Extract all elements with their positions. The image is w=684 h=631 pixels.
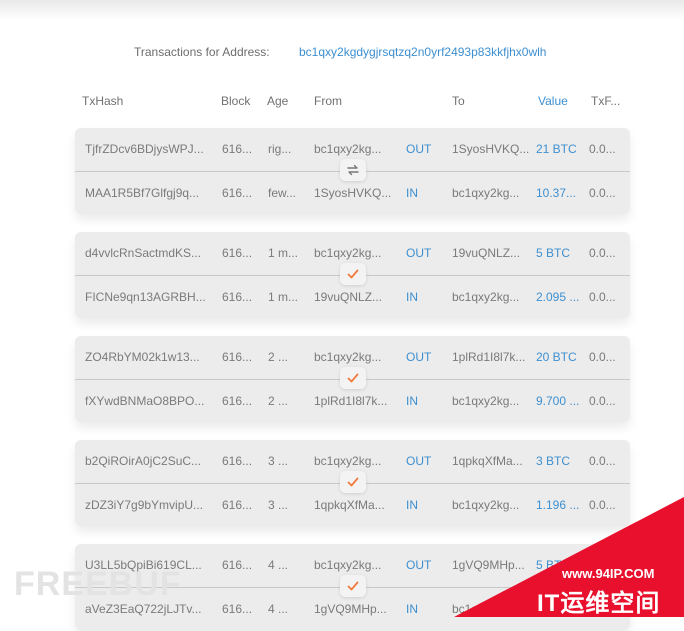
tx-block: 616...	[222, 246, 253, 260]
check-icon	[340, 263, 366, 285]
col-header-txhash[interactable]: TxHash	[82, 94, 123, 108]
tx-fee: 0.0...	[589, 186, 616, 200]
tx-age: 2 ...	[268, 394, 289, 408]
tx-block: 616...	[222, 602, 253, 616]
col-header-block[interactable]: Block	[221, 94, 250, 108]
tx-hash[interactable]: ZO4RbYM02k1w13...	[85, 350, 210, 364]
tx-direction: IN	[406, 394, 418, 408]
tx-to[interactable]: 19vuQNLZ...	[452, 246, 530, 260]
tx-age: 4 ...	[268, 602, 289, 616]
transaction-group[interactable]: ZO4RbYM02k1w13... 616... 2 ... bc1qxy2kg...…	[75, 336, 630, 422]
tx-fee: 0.0...	[589, 290, 616, 304]
tx-from[interactable]: 1plRd1I8l7k...	[314, 394, 392, 408]
swap-icon	[340, 159, 366, 181]
tx-fee: 0.0...	[589, 454, 616, 468]
tx-age: 2 ...	[268, 350, 289, 364]
tx-from[interactable]: 1qpkqXfMa...	[314, 498, 392, 512]
tx-age: 3 ...	[268, 498, 289, 512]
tx-value: 2.095 ...	[536, 290, 580, 304]
tx-hash[interactable]: fXYwdBNMaO8BPO...	[85, 394, 210, 408]
tx-direction: OUT	[406, 142, 432, 156]
tx-from[interactable]: bc1qxy2kg...	[314, 142, 392, 156]
tx-block: 616...	[222, 350, 253, 364]
tx-hash[interactable]: FICNe9qn13AGRBH...	[85, 290, 210, 304]
col-header-to[interactable]: To	[452, 94, 465, 108]
tx-direction: IN	[406, 602, 418, 616]
tx-value: 21 BTC	[536, 142, 577, 156]
col-header-value[interactable]: Value	[538, 94, 568, 108]
tx-to[interactable]: 1qpkqXfMa...	[452, 454, 530, 468]
tx-from[interactable]: 19vuQNLZ...	[314, 290, 392, 304]
tx-block: 616...	[222, 290, 253, 304]
tx-fee: 0.0...	[589, 394, 616, 408]
transaction-group[interactable]: d4vvlcRnSactmdKS... 616... 1 m... bc1qxy2kg…	[75, 232, 630, 318]
tx-value: 5 BTC	[536, 246, 571, 260]
col-header-fee[interactable]: TxF...	[591, 94, 620, 108]
tx-fee: 0.0...	[589, 246, 616, 260]
tx-to[interactable]: 1SyosHVKQ...	[452, 142, 530, 156]
tx-from[interactable]: bc1qxy2kg...	[314, 246, 392, 260]
tx-block: 616...	[222, 498, 253, 512]
check-icon	[340, 471, 366, 493]
tx-direction: IN	[406, 498, 418, 512]
tx-to[interactable]: bc1qxy2kg...	[452, 186, 530, 200]
tx-to[interactable]: 1plRd1I8l7k...	[452, 350, 530, 364]
tx-hash[interactable]: aVeZ3EaQ722jLJTv...	[85, 602, 210, 616]
tx-fee: 0.0...	[589, 350, 616, 364]
tx-from[interactable]: bc1qxy2kg...	[314, 350, 392, 364]
tx-direction: OUT	[406, 558, 432, 572]
tx-direction: IN	[406, 290, 418, 304]
tx-hash[interactable]: d4vvlcRnSactmdKS...	[85, 246, 210, 260]
tx-hash[interactable]: MAA1R5Bf7Glfgj9q...	[85, 186, 210, 200]
tx-value: 3 BTC	[536, 454, 571, 468]
tx-value: 20 BTC	[536, 350, 577, 364]
tx-to[interactable]: bc1qxy2kg...	[452, 290, 530, 304]
tx-age: few...	[268, 186, 297, 200]
col-header-from[interactable]: From	[314, 94, 342, 108]
col-header-age[interactable]: Age	[267, 94, 288, 108]
tx-hash[interactable]: TjfrZDcv6BDjysWPJ...	[85, 142, 210, 156]
transaction-group[interactable]: TjfrZDcv6BDjysWPJ... 616... rig... bc1qxy2k…	[75, 128, 630, 214]
tx-from[interactable]: bc1qxy2kg...	[314, 454, 392, 468]
tx-value: 9.700 ...	[536, 394, 580, 408]
tx-from[interactable]: 1gVQ9MHp...	[314, 602, 392, 616]
address-link[interactable]: bc1qxy2kgdygjrsqtzq2n0yrf2493p83kkfjhx0w…	[299, 45, 546, 59]
tx-block: 616...	[222, 186, 253, 200]
tx-block: 616...	[222, 394, 253, 408]
check-icon	[340, 367, 366, 389]
tx-direction: IN	[406, 186, 418, 200]
tx-direction: OUT	[406, 350, 432, 364]
watermark-url: www.94IP.COM	[562, 566, 655, 581]
tx-age: rig...	[268, 142, 292, 156]
tx-from[interactable]: bc1qxy2kg...	[314, 558, 392, 572]
tx-block: 616...	[222, 558, 253, 572]
tx-direction: OUT	[406, 246, 432, 260]
tx-age: 1 m...	[268, 246, 299, 260]
tx-fee: 0.0...	[589, 142, 616, 156]
tx-age: 3 ...	[268, 454, 289, 468]
tx-hash[interactable]: zDZ3iY7g9bYmvipU...	[85, 498, 210, 512]
address-label: Transactions for Address:	[134, 45, 270, 59]
check-icon	[340, 575, 366, 597]
tx-value: 10.37...	[536, 186, 577, 200]
tx-direction: OUT	[406, 454, 432, 468]
watermark-freebuf: FREEBUF	[14, 565, 182, 603]
address-header: Transactions for Address: bc1qxy2kgdygjr…	[0, 45, 684, 61]
tx-age: 4 ...	[268, 558, 289, 572]
tx-block: 616...	[222, 142, 253, 156]
top-bar	[0, 0, 684, 20]
tx-to[interactable]: bc1qxy2kg...	[452, 394, 530, 408]
tx-hash[interactable]: b2QiROirA0jC2SuC...	[85, 454, 210, 468]
tx-age: 1 m...	[268, 290, 299, 304]
tx-block: 616...	[222, 454, 253, 468]
tx-from[interactable]: 1SyosHVKQ...	[314, 186, 392, 200]
watermark-title: IT运维空间	[537, 590, 661, 617]
